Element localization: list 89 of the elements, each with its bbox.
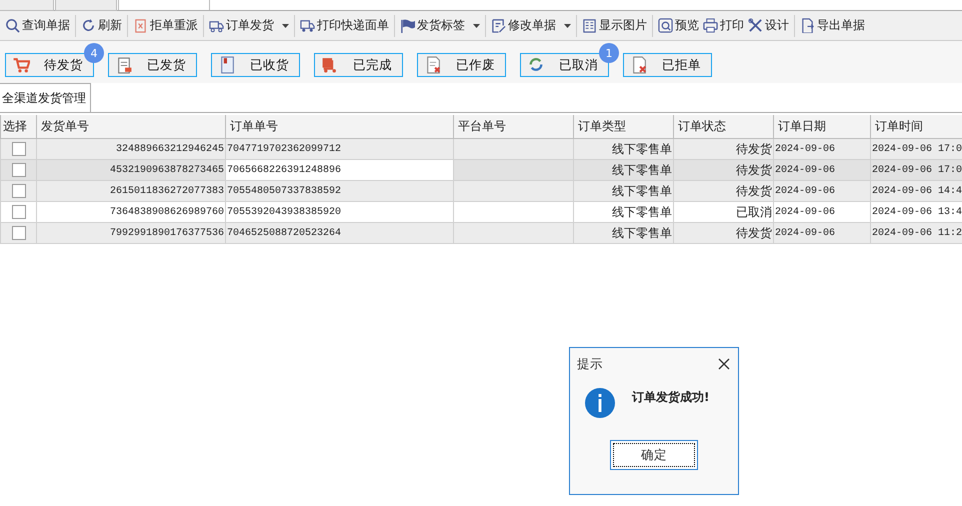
toolbar-button[interactable]: 订单发货 <box>207 14 291 36</box>
table-cell: 7046525088720523264 <box>227 228 342 238</box>
table-cell: 2024-09-06 17:0 <box>872 144 962 154</box>
table-cell: 324889663212946245 <box>116 144 224 154</box>
table-cell: 7065668226391248896 <box>227 164 342 176</box>
table-cell: 已取消 <box>736 204 772 218</box>
table-cell: 2024-09-06 <box>775 228 836 238</box>
tab[interactable] <box>55 0 117 11</box>
count-badge: 1 <box>599 43 619 63</box>
toolbar-button[interactable]: 修改单据 <box>489 14 573 36</box>
table-cell: 4532190963878273465 <box>110 164 224 176</box>
table-cell: 线下零售单 <box>612 226 672 240</box>
dialog-title: 提示 <box>577 356 603 372</box>
cart-icon <box>12 56 30 74</box>
status-filter-button[interactable]: 已完成 <box>314 53 403 77</box>
checkbox[interactable] <box>12 142 26 156</box>
dialog-message: 订单发货成功! <box>632 388 710 406</box>
toolbar-button[interactable]: 预览 <box>656 14 701 36</box>
search-icon <box>5 18 20 33</box>
edit-icon <box>491 18 506 33</box>
checkbox[interactable] <box>12 226 26 240</box>
sync-icon <box>527 56 545 74</box>
status-filter-button[interactable]: 已收货 <box>211 53 300 77</box>
table-cell: 2024-09-06 17:0 <box>872 164 962 176</box>
table-cell: 待发货 <box>736 162 772 176</box>
clipboard-icon <box>133 18 148 33</box>
tab[interactable] <box>0 0 54 11</box>
table-cell: 2024-09-06 <box>775 206 836 218</box>
table-cell: 待发货 <box>736 142 772 156</box>
tab[interactable] <box>118 0 210 10</box>
column-header[interactable]: 订单类型 <box>574 115 674 138</box>
checkbox[interactable] <box>12 163 26 177</box>
toolbar-button[interactable]: 拒单重派 <box>131 14 200 36</box>
table-cell: 7364838908626989760 <box>110 206 224 218</box>
count-badge: 4 <box>84 43 104 63</box>
column-header[interactable]: 订单状态 <box>674 115 774 138</box>
column-header[interactable]: 订单单号 <box>226 115 454 138</box>
table-cell: 线下零售单 <box>612 142 672 156</box>
flag-icon <box>400 18 415 33</box>
document-icon <box>630 56 648 74</box>
status-filter-button[interactable]: 已作废 <box>417 53 506 77</box>
list-icon <box>582 18 597 33</box>
printer-icon <box>703 18 718 33</box>
toolbar-button[interactable]: 显示图片 <box>580 14 649 36</box>
toolbar-button[interactable]: 发货标签 <box>398 14 482 36</box>
toolbar-button[interactable]: 打印快递面单 <box>298 14 391 36</box>
table-cell: 待发货 <box>736 226 772 240</box>
table-cell: 2024-09-06 <box>775 164 836 176</box>
column-header[interactable]: 选择 <box>0 115 36 138</box>
close-icon[interactable] <box>718 358 730 370</box>
table-cell: 2024-09-06 14:4 <box>872 186 962 196</box>
table-cell: 7055480507337838592 <box>227 186 342 196</box>
checkbox[interactable] <box>12 184 26 198</box>
table-cell: 线下零售单 <box>612 162 672 176</box>
checkbox[interactable] <box>12 205 26 219</box>
column-header[interactable]: 发货单号 <box>36 115 226 138</box>
column-header[interactable]: 订单日期 <box>774 115 870 138</box>
status-filter-button[interactable]: 已拒单 <box>623 53 712 77</box>
info-icon <box>585 388 615 418</box>
refresh-icon <box>81 18 96 33</box>
table-cell: 2615011836272077383 <box>110 186 224 196</box>
page-tab[interactable]: 全渠道发货管理 <box>0 83 91 112</box>
table-cell: 7047719702362099712 <box>227 144 342 154</box>
column-header[interactable]: 平台单号 <box>454 115 574 138</box>
export-icon <box>800 18 815 33</box>
table-cell: 2024-09-06 <box>775 144 836 154</box>
toolbar-button[interactable]: 查询单据 <box>3 14 72 36</box>
table-cell: 2024-09-06 <box>775 186 836 196</box>
toolbar-button[interactable]: 打印 <box>701 14 746 36</box>
toolbar-button[interactable]: 刷新 <box>79 14 124 36</box>
document-icon <box>424 56 442 74</box>
table-cell: 2024-09-06 11:2 <box>872 228 962 238</box>
table-cell: 线下零售单 <box>612 204 672 218</box>
table-cell: 7992991890176377536 <box>110 228 224 238</box>
table-cell: 待发货 <box>736 184 772 198</box>
truck-icon <box>300 18 315 33</box>
cart-icon <box>321 56 339 74</box>
table-cell: 2024-09-06 13:4 <box>872 206 962 218</box>
table-cell: 7055392043938385920 <box>227 206 342 218</box>
toolbar-button[interactable]: 导出单据 <box>798 14 867 36</box>
table-cell: 线下零售单 <box>612 184 672 198</box>
truck-icon <box>209 18 224 33</box>
column-header[interactable]: 订单时间 <box>870 115 962 138</box>
search-icon <box>658 18 673 33</box>
book-icon <box>218 56 236 74</box>
toolbar-button[interactable]: 设计 <box>746 14 791 36</box>
status-filter-button[interactable]: 已发货 <box>108 53 197 77</box>
clipboard-icon <box>115 56 133 74</box>
ok-button[interactable]: 确定 <box>610 440 698 470</box>
